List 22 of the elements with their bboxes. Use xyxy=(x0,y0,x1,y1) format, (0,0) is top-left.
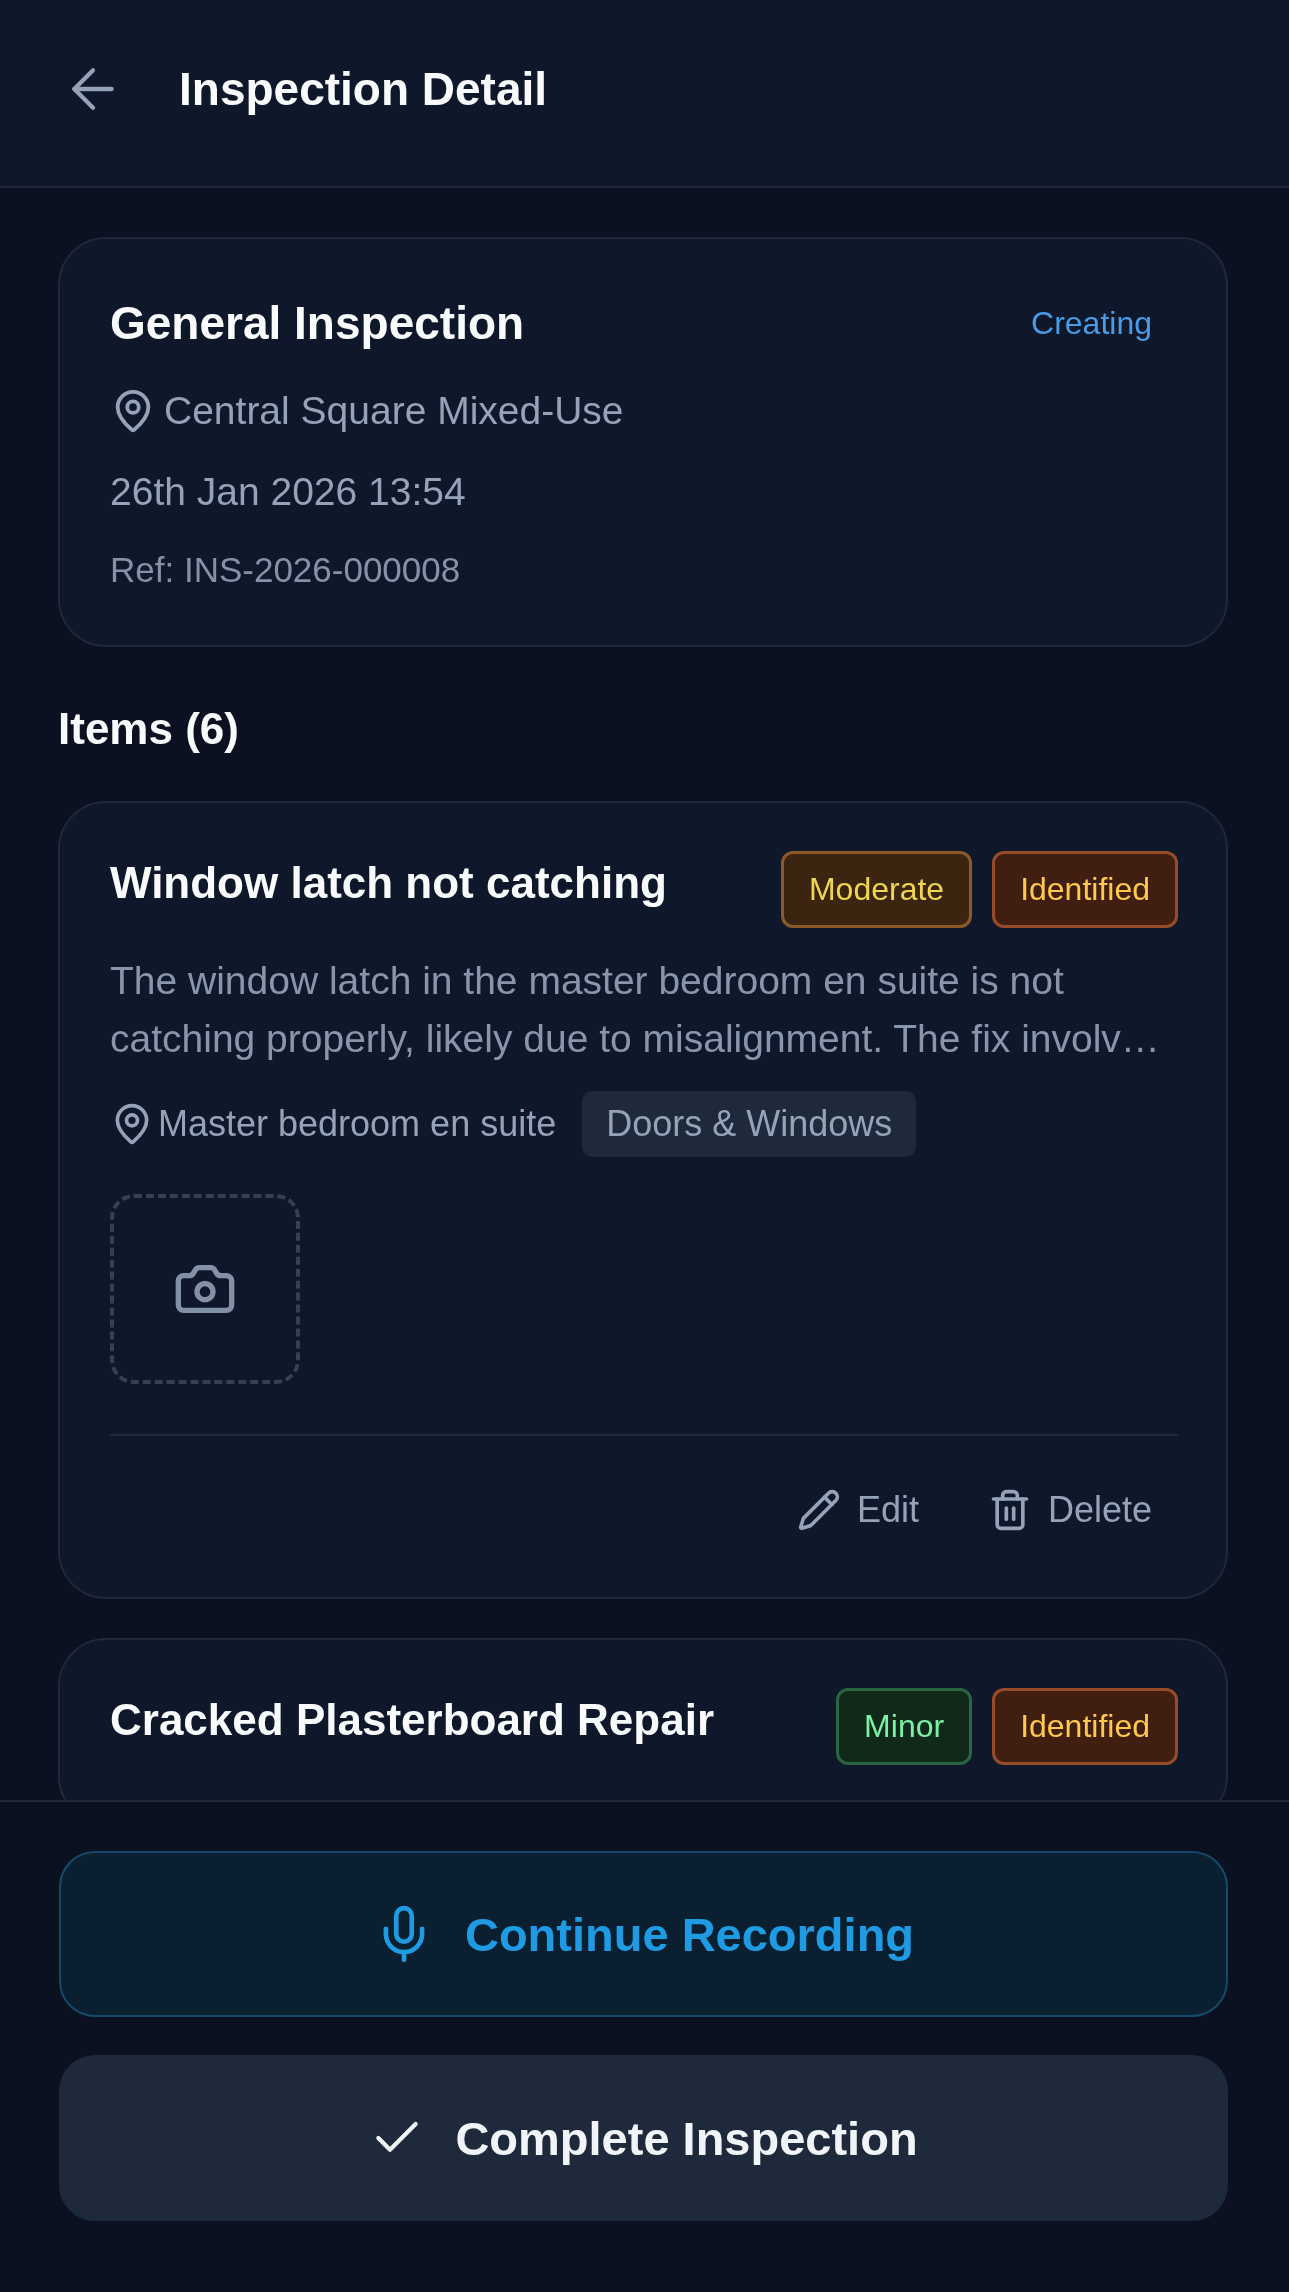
continue-recording-button[interactable]: Continue Recording xyxy=(59,1851,1228,2017)
location-text: Central Square Mixed-Use xyxy=(164,388,624,434)
inspection-title: General Inspection xyxy=(110,296,525,351)
reference-text: Ref: INS-2026-000008 xyxy=(110,549,461,591)
status-badge: Identified xyxy=(992,1688,1178,1765)
pencil-icon xyxy=(796,1488,841,1532)
category-tag: Doors & Windows xyxy=(582,1091,917,1157)
item-title: Cracked Plasterboard Repair xyxy=(110,1694,716,1746)
status-badge: Moderate xyxy=(780,851,973,928)
status-badge: Minor xyxy=(836,1688,973,1765)
status-badge: Identified xyxy=(992,851,1178,928)
page-title: Inspection Detail xyxy=(179,62,548,117)
date-time-text: 26th Jan 2026 13:54 xyxy=(110,469,466,515)
add-photo-tile[interactable] xyxy=(110,1194,300,1384)
item-title: Window latch not catching xyxy=(110,857,668,909)
edit-button[interactable]: Edit xyxy=(796,1480,919,1540)
delete-button[interactable]: Delete xyxy=(987,1480,1152,1540)
items-heading: Items (6) xyxy=(58,703,240,755)
complete-inspection-button[interactable]: Complete Inspection xyxy=(59,2055,1228,2221)
item-location-text: Master bedroom en suite xyxy=(158,1102,557,1146)
status-label: Creating xyxy=(1031,304,1153,343)
item-description: The window latch in the master bedroom en suite is not catching properly, likely due to misalignment. The fix involv… xyxy=(110,958,1161,1062)
